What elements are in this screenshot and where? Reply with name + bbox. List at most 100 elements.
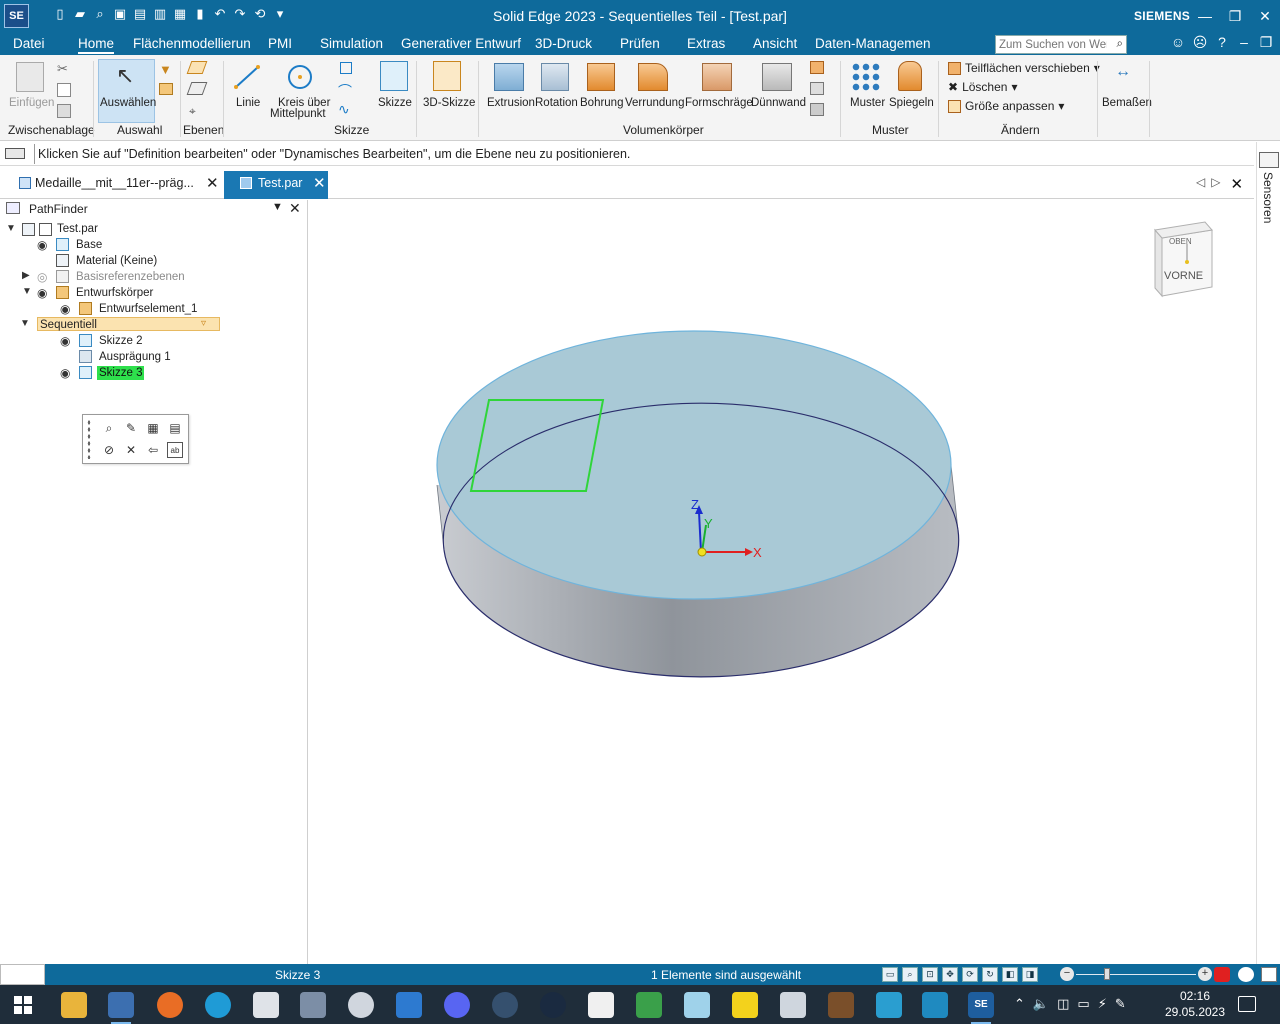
inkscape-icon[interactable] xyxy=(253,992,279,1018)
curve-icon[interactable]: ∿ xyxy=(338,101,350,118)
resize-button[interactable]: Größe anpassen ▾ xyxy=(948,99,1064,113)
delete-button[interactable]: ✖ Löschen ▾ xyxy=(948,80,1017,94)
app-logo[interactable]: SE xyxy=(4,4,29,28)
sketch-3d-button[interactable]: 3D-Skizze xyxy=(423,97,475,109)
move-faces-button[interactable]: Teilflächen verschieben ▾ xyxy=(948,61,1100,75)
tab-pmi[interactable]: PMI xyxy=(268,36,292,51)
taskbar-clock[interactable]: 02:16 29.05.2023 xyxy=(1163,988,1227,1020)
paste-special-icon[interactable] xyxy=(57,104,71,118)
record-icon[interactable] xyxy=(1238,967,1254,982)
close-tab-icon[interactable]: ✕ xyxy=(206,172,219,196)
smile-feedback-icon[interactable]: ☺ xyxy=(1170,34,1186,51)
cut-icon[interactable]: ✂ xyxy=(57,61,71,76)
draft-button[interactable]: Formschräge xyxy=(685,97,753,109)
eye-icon[interactable]: ◉ xyxy=(37,286,47,300)
paint-icon[interactable] xyxy=(348,992,374,1018)
tree-node-sequential[interactable]: Sequentiell xyxy=(40,318,97,332)
arc-icon[interactable]: ⌒ xyxy=(338,81,352,101)
circle-center-label-2[interactable]: Mittelpunkt xyxy=(270,108,326,120)
mirror-button[interactable]: Spiegeln xyxy=(889,97,934,109)
pattern-button[interactable]: Muster xyxy=(850,97,885,109)
tree-node-protrusion-1[interactable]: Ausprägung 1 xyxy=(99,350,171,364)
solid-edge-taskbar-icon[interactable]: SE xyxy=(968,992,994,1024)
tree-node-test-par[interactable]: Test.par xyxy=(57,222,98,236)
search-icon[interactable]: ⌕ xyxy=(1117,38,1123,51)
zoom-area-icon[interactable]: ⌕ xyxy=(902,967,918,982)
revolve-button[interactable]: Rotation xyxy=(535,97,578,109)
remote-desktop-icon[interactable] xyxy=(108,992,134,1024)
zoom-to-icon[interactable]: ⌕ xyxy=(101,420,117,436)
customize-qat-icon[interactable]: ▾ xyxy=(272,6,288,22)
collapse-icon[interactable]: ▼ xyxy=(20,318,30,329)
plane-icon[interactable] xyxy=(186,61,208,74)
tab-3d-print[interactable]: 3D-Druck xyxy=(535,36,592,51)
sticky-notes-icon[interactable] xyxy=(732,992,758,1018)
edit-definition-icon[interactable]: ✎ xyxy=(123,420,139,436)
save-all-icon[interactable]: ▤ xyxy=(132,6,148,22)
sketch-button[interactable]: Skizze xyxy=(378,97,412,109)
file-explorer-icon[interactable] xyxy=(61,992,87,1018)
thinwall-button[interactable]: Dünnwand xyxy=(751,97,806,109)
doc-tab-medaille[interactable]: Medaille__mit__11er--präg... ✕ xyxy=(15,171,221,199)
doc-minimize-icon[interactable]: – xyxy=(1236,34,1252,51)
zoom-slider[interactable]: − + xyxy=(1060,967,1212,982)
properties-icon[interactable]: ▦ xyxy=(172,6,188,22)
eye-hidden-icon[interactable]: ◎ xyxy=(37,270,47,284)
tab-scroll-left-icon[interactable]: ◁ xyxy=(1196,175,1205,193)
sensor-panel-tab[interactable]: Sensoren xyxy=(1256,142,1280,964)
command-search[interactable]: ⌕ xyxy=(995,35,1127,54)
tray-overflow-icon[interactable]: ⌃ xyxy=(1014,996,1025,1012)
pathfinder-options-icon[interactable]: ▼ xyxy=(272,201,283,213)
firefox-icon[interactable] xyxy=(157,992,183,1018)
design-app-icon[interactable] xyxy=(876,992,902,1018)
doc-restore-icon[interactable]: ❐ xyxy=(1258,34,1274,51)
hole-button[interactable]: Bohrung xyxy=(580,97,623,109)
new-file-icon[interactable]: ▯ xyxy=(52,6,68,22)
shaded-view-icon[interactable]: ◧ xyxy=(1002,967,1018,982)
graphics-viewport[interactable]: X Z Y OBEN VORNE xyxy=(309,200,1255,964)
sequential-dropdown-icon[interactable]: ▿ xyxy=(201,317,206,331)
redo-icon[interactable]: ↷ xyxy=(232,6,248,22)
spreadsheet-icon[interactable] xyxy=(636,992,662,1018)
spin-about-icon[interactable]: ↻ xyxy=(982,967,998,982)
pen-icon[interactable]: ✎ xyxy=(1115,996,1126,1012)
calculator-icon[interactable] xyxy=(300,992,326,1018)
minimize-icon[interactable]: — xyxy=(1190,0,1220,33)
collapse-icon[interactable]: ▼ xyxy=(22,286,32,297)
restore-icon[interactable]: ❐ xyxy=(1220,0,1250,33)
youtube-icon[interactable] xyxy=(1214,967,1230,982)
tab-generative-design[interactable]: Generativer Entwurf xyxy=(401,36,521,51)
tree-node-design-body[interactable]: Entwurfskörper xyxy=(76,286,153,300)
save-icon[interactable]: ▣ xyxy=(112,6,128,22)
clipboard-icon[interactable]: ▮ xyxy=(192,6,208,22)
toolbar-grip-icon[interactable] xyxy=(87,419,91,459)
select-tools-icon[interactable] xyxy=(159,83,173,95)
tab-scroll-right-icon[interactable]: ▷ xyxy=(1211,175,1220,193)
rotate-icon[interactable]: ⟳ xyxy=(962,967,978,982)
eye-icon[interactable]: ◉ xyxy=(37,238,47,252)
dimension-button[interactable]: Bemaßen xyxy=(1102,97,1152,109)
notification-center-icon[interactable] xyxy=(1238,996,1256,1012)
tab-tools[interactable]: Extras xyxy=(687,36,725,51)
fullscreen-icon[interactable] xyxy=(1261,967,1277,982)
monitor-app-icon[interactable] xyxy=(922,992,948,1018)
doc-tab-test[interactable]: Test.par ✕ xyxy=(224,171,328,199)
tree-node-design-element[interactable]: Entwurfselement_1 xyxy=(99,302,197,316)
edge-icon[interactable] xyxy=(205,992,231,1018)
model-view[interactable]: X Z Y OBEN VORNE xyxy=(309,200,1255,964)
tree-node-material[interactable]: Material (Keine) xyxy=(76,254,157,268)
open-file-icon[interactable]: ▰ xyxy=(72,6,88,22)
filter-icon[interactable]: ▼ xyxy=(159,62,173,77)
zoom-fit-icon[interactable]: ⊡ xyxy=(922,967,938,982)
pan-icon[interactable]: ✥ xyxy=(942,967,958,982)
tree-node-base[interactable]: Base xyxy=(76,238,102,252)
view-cube[interactable]: OBEN VORNE xyxy=(1154,221,1213,298)
discord-icon[interactable] xyxy=(444,992,470,1018)
view-cube-top-label[interactable]: OBEN xyxy=(1169,237,1192,246)
zoom-out-icon[interactable]: − xyxy=(1060,967,1074,981)
view-cube-front-label[interactable]: VORNE xyxy=(1164,270,1203,282)
camera-icon[interactable]: ◫ xyxy=(1057,996,1069,1012)
close-icon[interactable]: ✕ xyxy=(1250,0,1280,33)
hide-icon[interactable]: ⊘ xyxy=(101,442,117,458)
usb-icon[interactable]: ⚡ xyxy=(1098,996,1107,1012)
